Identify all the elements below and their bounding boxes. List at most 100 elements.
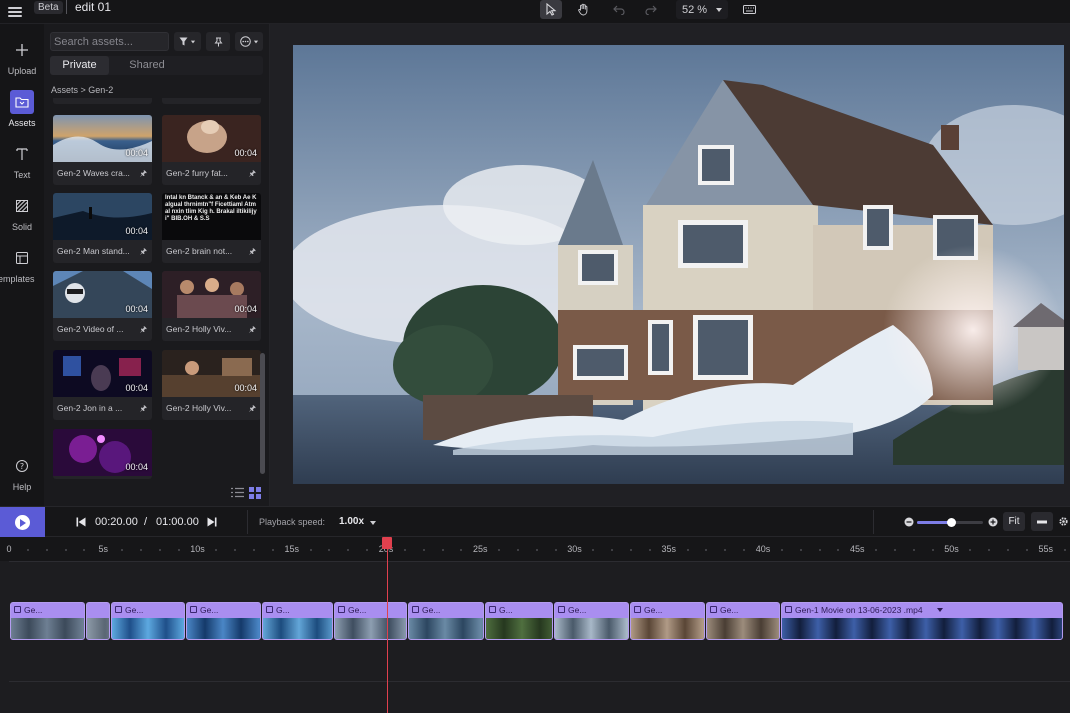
pin-icon[interactable]: 🖈 [249,168,256,182]
filter-button[interactable] [174,32,201,51]
grid-view-icon[interactable] [249,487,263,499]
playback-speed-label: Playback speed: [259,517,326,527]
clip-thumbnails [263,618,332,639]
timeline-clip[interactable] [86,602,110,640]
pin-icon[interactable]: 🖈 [140,246,147,260]
pin-icon[interactable]: 🖈 [249,246,256,260]
track-divider [9,561,1070,562]
rail-solid-label: Solid [11,222,32,232]
chevron-down-icon[interactable] [370,521,376,525]
folder-icon [10,90,34,114]
asset-card[interactable]: 00:04 Gen-2 Holly Viv... 🖈 [162,271,261,341]
rail-upload[interactable]: Upload [0,38,44,76]
asset-card[interactable]: 00:04 Gen-2 Holly Viv... 🖈 [162,350,261,420]
ruler-tick [630,549,633,551]
asset-thumbnail: Intal kn Btanck & an & Keb Ae Kalgual th… [162,193,261,240]
hamburger-menu-icon[interactable] [8,5,22,19]
skip-to-end-button[interactable] [201,512,223,531]
breadcrumb[interactable]: Assets > Gen-2 [51,85,113,95]
svg-text:?: ? [20,462,24,471]
playback-speed-select[interactable]: 1.00x [339,516,364,527]
hand-tool-button[interactable] [572,0,594,19]
clip-thumbnails [782,618,1062,639]
chevron-down-icon[interactable] [937,608,943,612]
templates-icon [10,246,34,270]
clip-thumbnails [409,618,483,639]
asset-card[interactable]: Intal kn Btanck & an & Keb Ae Kalgual th… [162,193,261,263]
clip-header: Ge... [409,603,483,618]
list-view-icon[interactable] [231,487,245,499]
rail-upload-label: Upload [7,66,37,76]
clip-thumbnails [555,618,628,639]
ruler-tick [554,549,557,551]
rail-solid[interactable]: Solid [0,194,44,232]
video-preview-canvas[interactable] [293,45,1064,484]
undo-button[interactable] [608,0,630,19]
rail-text[interactable]: Text [0,142,44,180]
timeline-clip[interactable]: Ge... [706,602,780,640]
ruler-tick [253,549,256,551]
ruler-tick-label: 15s [284,544,300,554]
rail-assets-label: Assets [8,118,36,128]
asset-card[interactable]: 00:04 Gen-2 Waves cra... 🖈 [53,115,152,185]
playhead[interactable] [387,537,388,713]
ruler-tick [403,549,406,551]
play-button[interactable] [0,507,45,538]
keyboard-shortcuts-button[interactable] [738,0,760,19]
zoom-in-button[interactable] [982,512,1004,531]
timeline-clip[interactable]: Ge... [111,602,185,640]
timeline-zoom-slider[interactable] [917,518,983,527]
more-options-button[interactable] [235,32,263,51]
tab-shared[interactable]: Shared [112,56,182,75]
pin-icon[interactable]: 🖈 [249,403,256,417]
rail-help[interactable]: ? Help [0,454,44,492]
timeline-clip[interactable]: G... [485,602,553,640]
assets-scrollbar[interactable] [260,353,265,474]
zoom-out-icon [904,517,914,526]
asset-card[interactable]: 00:04 Gen-2 Jon in a ... 🖈 [53,350,152,420]
track-height-button[interactable] [1031,512,1053,531]
timeline-clip[interactable]: Ge... [186,602,261,640]
timeline-ruler[interactable]: 0 5s 10s 15s 20s 25s 30s 35s 40s 45s 50s 55s [0,537,1070,561]
asset-card[interactable]: 00:04 Gen-2 Video of ... 🖈 [53,271,152,341]
timeline-clip[interactable]: Ge... [334,602,407,640]
project-title[interactable]: edit 01 [75,0,111,14]
pin-filter-button[interactable] [206,32,230,51]
pin-icon[interactable]: 🖈 [140,324,147,338]
ruler-tick [611,549,614,551]
playhead-handle[interactable] [382,537,392,549]
zoom-level-select[interactable]: 52 % [676,0,728,19]
search-assets-input[interactable] [50,32,169,51]
pin-icon[interactable]: 🖈 [140,403,147,417]
skip-to-start-button[interactable] [70,512,92,531]
asset-label: Gen-2 brain not... [166,246,233,256]
asset-card[interactable]: 00:04 [53,429,152,479]
asset-card[interactable]: 00:04 Gen-2 furry fat... 🖈 [162,115,261,185]
video-clip-icon [634,606,641,613]
asset-card[interactable] [53,98,152,104]
timeline-clip[interactable]: Ge... [554,602,629,640]
rail-assets[interactable]: Assets [0,90,44,128]
chevron-down-icon [190,40,196,43]
redo-button[interactable] [640,0,662,19]
tab-private[interactable]: Private [50,56,109,75]
ruler-tick [83,549,86,551]
timeline-clip[interactable]: Gen-1 Movie on 13-06-2023 .mp4 [781,602,1063,640]
fit-button[interactable]: Fit [1003,512,1025,531]
timeline-clip[interactable]: Ge... [408,602,484,640]
ruler-tick-label: 25s [472,544,488,554]
timeline-clip[interactable]: Ge... [10,602,85,640]
rail-templates[interactable]: Templates [0,246,36,284]
asset-card[interactable] [162,98,261,104]
timeline-clip[interactable]: Ge... [630,602,705,640]
pin-icon[interactable]: 🖈 [140,168,147,182]
rail-templates-label: Templates [0,274,35,284]
ruler-tick [460,549,463,551]
pointer-tool-button[interactable] [540,0,562,19]
asset-card[interactable]: 00:04 Gen-2 Man stand... 🖈 [53,193,152,263]
zoom-slider-handle[interactable] [947,518,956,527]
timeline-clip[interactable]: G... [262,602,333,640]
pin-icon[interactable]: 🖈 [249,324,256,338]
timeline-settings-button[interactable] [1056,512,1070,531]
video-clip-icon [785,606,792,613]
